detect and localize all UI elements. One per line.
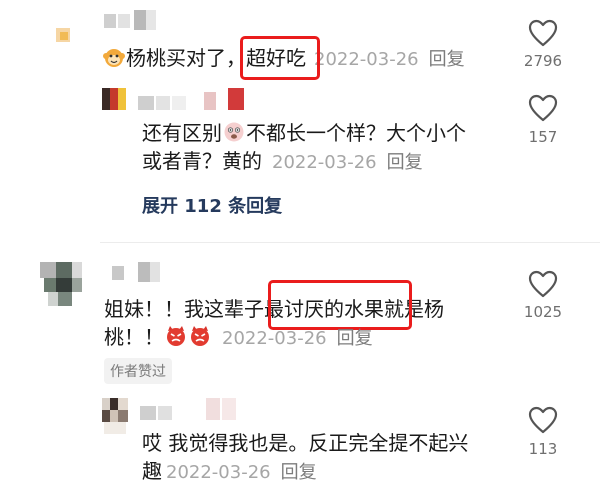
comment-1-text-before: 杨桃买对了， bbox=[126, 46, 246, 70]
comment-2-text-line-2: 或者青？黄的 bbox=[142, 149, 262, 173]
comment-4-line-1: 哎 我觉得我也是。反正完全提不起兴 bbox=[142, 430, 468, 457]
expand-replies-button[interactable]: 展开 112 条回复 bbox=[142, 192, 282, 218]
comment-3-text-before: 姐妹！！我这辈子 bbox=[104, 297, 264, 321]
comment-1-reply-button[interactable]: 回复 bbox=[429, 49, 465, 70]
like-heart-icon[interactable] bbox=[528, 270, 558, 298]
like-heart-icon[interactable] bbox=[528, 406, 558, 434]
comment-2-line-1: 还有区别 不都长一个样？大个小个 bbox=[142, 120, 466, 150]
surprised-face-emoji bbox=[223, 121, 245, 150]
comment-2-text-after: 不都长一个样？大个小个 bbox=[246, 121, 466, 145]
comment-2-reply-button[interactable]: 回复 bbox=[387, 152, 423, 173]
like-count-3: 1025 bbox=[523, 303, 563, 321]
comment-3-line-2: 桃！！ 2022-03-26 回复 bbox=[104, 324, 373, 354]
comment-4-text-line-2: 趣 bbox=[142, 459, 162, 483]
like-count-4: 113 bbox=[528, 440, 558, 458]
comment-4-line-2: 趣 2022-03-26 回复 bbox=[142, 458, 317, 486]
comment-divider bbox=[100, 242, 600, 243]
comment-2-text-before: 还有区别 bbox=[142, 121, 222, 145]
comment-4-text-line-1: 哎 我觉得我也是。反正完全提不起兴 bbox=[142, 431, 469, 455]
like-heart-icon[interactable] bbox=[528, 19, 558, 47]
highlight-box-1 bbox=[240, 36, 320, 80]
comment-4-timestamp: 2022-03-26 bbox=[166, 462, 271, 483]
like-count-1: 2796 bbox=[523, 52, 563, 70]
like-heart-icon[interactable] bbox=[528, 94, 558, 122]
angry-devil-emoji bbox=[189, 325, 211, 354]
comment-3-text-line-2: 桃！！ bbox=[104, 325, 164, 349]
highlight-box-2 bbox=[268, 280, 412, 330]
angry-devil-emoji bbox=[165, 325, 187, 354]
comment-4-reply-button[interactable]: 回复 bbox=[281, 462, 317, 483]
like-count-2: 157 bbox=[528, 128, 558, 146]
monkey-emoji bbox=[103, 46, 125, 75]
comment-2-timestamp: 2022-03-26 bbox=[272, 152, 377, 173]
author-liked-badge: 作者赞过 bbox=[104, 358, 172, 384]
comment-3-reply-button[interactable]: 回复 bbox=[337, 328, 373, 349]
comment-1-timestamp: 2022-03-26 bbox=[314, 49, 419, 70]
comment-3-timestamp: 2022-03-26 bbox=[222, 328, 327, 349]
comment-2-line-2: 或者青？黄的 2022-03-26 回复 bbox=[142, 148, 423, 176]
